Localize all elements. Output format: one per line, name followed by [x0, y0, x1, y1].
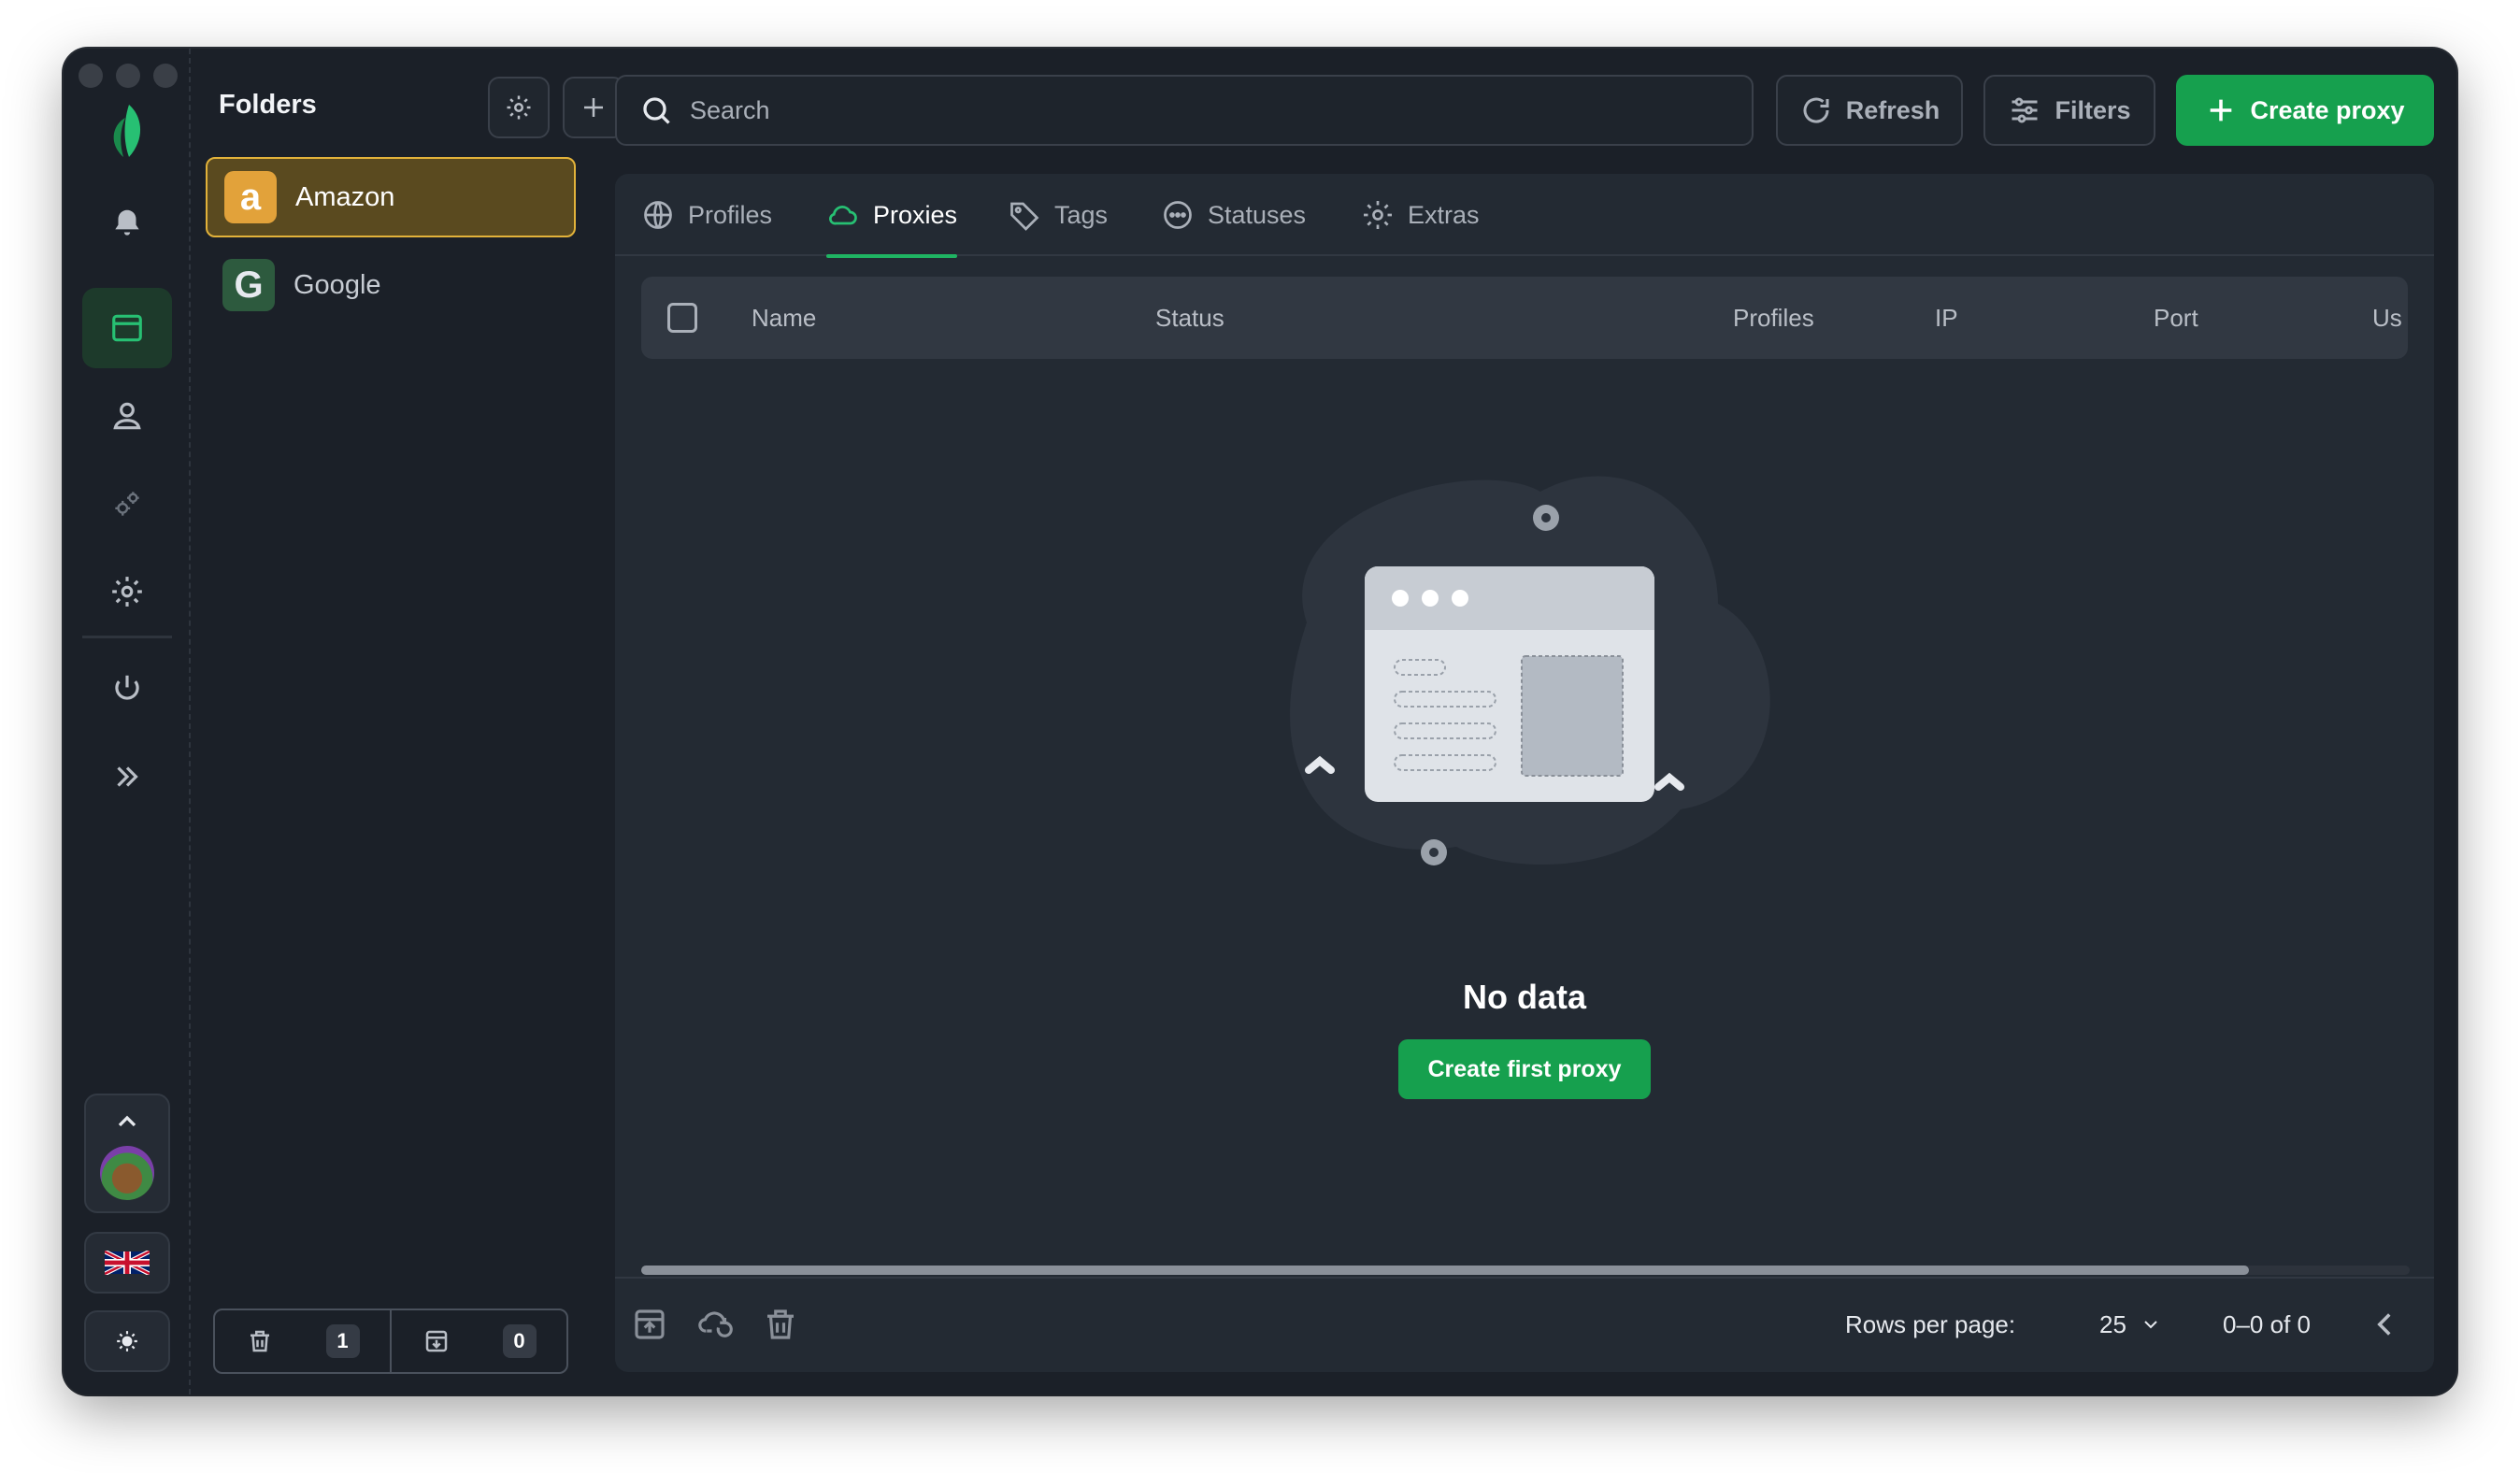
folder-item-google[interactable]: G Google — [206, 245, 576, 325]
tab-extras[interactable]: Extras — [1361, 174, 1480, 256]
language-selector[interactable] — [84, 1232, 170, 1294]
trash-icon[interactable] — [761, 1305, 800, 1344]
rows-per-page-value: 25 — [2099, 1309, 2126, 1338]
gear-icon — [1364, 201, 1392, 229]
folders-panel: Folders a Amazon G Google 1 0 — [191, 49, 658, 1394]
archive-button[interactable]: 0 — [390, 1310, 566, 1372]
minimize-window-button[interactable] — [116, 64, 140, 88]
folder-settings-button[interactable] — [488, 77, 550, 138]
window-controls — [79, 64, 178, 88]
column-name[interactable]: Name — [752, 277, 816, 359]
column-profiles[interactable]: Profiles — [1733, 277, 1814, 359]
footer-divider — [615, 1277, 2434, 1279]
account-switcher[interactable] — [84, 1094, 170, 1213]
folders-title: Folders — [219, 90, 317, 120]
search-icon — [643, 97, 670, 124]
pagination-range: 0–0 of 0 — [2223, 1309, 2311, 1338]
chevron-up-icon — [118, 1115, 136, 1127]
rows-per-page-label: Rows per page: — [1845, 1309, 2016, 1338]
empty-state-illustration — [1290, 476, 1770, 865]
filters-button[interactable]: Filters — [1983, 75, 2155, 146]
notifications-bell-icon[interactable] — [82, 183, 172, 264]
table-header: Name Status Profiles IP Port Us — [641, 277, 2408, 359]
theme-toggle[interactable] — [84, 1310, 170, 1372]
column-ip[interactable]: IP — [1935, 277, 1958, 359]
nav-rail — [64, 49, 191, 1394]
archive-count: 0 — [502, 1324, 537, 1358]
column-user[interactable]: Us — [2372, 277, 2408, 359]
globe-icon — [644, 201, 672, 229]
tab-tags[interactable]: Tags — [1008, 174, 1108, 256]
empty-state-title: No data — [1462, 978, 1586, 1016]
tab-proxies[interactable]: Proxies — [826, 174, 958, 258]
rail-divider — [82, 636, 172, 638]
refresh-label: Refresh — [1845, 95, 1940, 124]
trash-archive-counter: 1 0 — [213, 1309, 568, 1374]
create-first-proxy-button[interactable]: Create first proxy — [1398, 1039, 1651, 1099]
tab-label: Tags — [1054, 200, 1109, 229]
folder-label: Amazon — [295, 181, 395, 212]
sliders-icon — [2012, 97, 2038, 123]
refresh-icon — [1803, 97, 1829, 123]
search-input[interactable]: Search — [615, 75, 1754, 146]
sun-icon — [117, 1331, 137, 1351]
refresh-button[interactable]: Refresh — [1776, 75, 1963, 146]
select-all-checkbox[interactable] — [667, 277, 697, 359]
tab-label: Profiles — [688, 200, 773, 229]
tab-statuses[interactable]: Statuses — [1161, 174, 1306, 256]
rows-per-page-select[interactable]: 25 — [2099, 1305, 2162, 1344]
column-status[interactable]: Status — [1155, 277, 1224, 359]
archive-download-icon — [425, 1330, 447, 1352]
trash-button[interactable]: 1 — [215, 1310, 390, 1372]
create-proxy-button[interactable]: Create proxy — [2176, 75, 2434, 146]
dots-circle-icon — [1164, 201, 1192, 229]
user-icon[interactable] — [82, 376, 172, 456]
maximize-window-button[interactable] — [153, 64, 178, 88]
tab-label: Proxies — [873, 200, 958, 229]
gear-icon — [507, 95, 531, 120]
cloud-refresh-icon[interactable] — [695, 1305, 735, 1344]
power-icon[interactable] — [82, 649, 172, 729]
tab-label: Statuses — [1208, 200, 1307, 229]
column-port[interactable]: Port — [2154, 277, 2198, 359]
scrollbar-thumb[interactable] — [641, 1266, 2249, 1275]
browser-window-icon[interactable] — [82, 288, 172, 368]
filters-label: Filters — [2055, 95, 2131, 124]
automation-gears-icon[interactable] — [82, 464, 172, 544]
chevron-down-icon — [2144, 1321, 2157, 1329]
archive-upload-icon[interactable] — [630, 1305, 669, 1344]
expand-rail-icon[interactable] — [82, 736, 172, 817]
tab-profiles[interactable]: Profiles — [641, 174, 772, 256]
trash-count: 1 — [325, 1324, 360, 1358]
tag-icon — [1010, 202, 1039, 231]
trash-icon — [250, 1330, 269, 1352]
tab-bar: Profiles Proxies Tags Statuses Extras — [615, 174, 2434, 258]
cloud-icon — [829, 206, 857, 225]
horizontal-scrollbar[interactable] — [641, 1266, 2410, 1275]
chevron-left-icon[interactable] — [2365, 1305, 2404, 1344]
plus-icon — [584, 98, 603, 117]
settings-gear-icon[interactable] — [82, 551, 172, 632]
close-window-button[interactable] — [79, 64, 103, 88]
create-proxy-label: Create proxy — [2250, 95, 2405, 124]
folder-label: Google — [294, 269, 381, 300]
google-logo-icon: G — [222, 259, 275, 311]
main-panel: Profiles Proxies Tags Statuses Extras Na… — [615, 174, 2434, 1372]
avatar — [100, 1146, 154, 1200]
search-placeholder: Search — [690, 95, 770, 124]
app-window: Folders a Amazon G Google 1 0 Search Ref… — [64, 49, 2456, 1394]
folder-item-amazon[interactable]: a Amazon — [206, 157, 576, 237]
plus-icon — [2211, 99, 2232, 122]
app-logo-icon — [101, 101, 153, 161]
tab-label: Extras — [1408, 200, 1480, 229]
amazon-logo-icon: a — [224, 171, 277, 223]
uk-flag-icon — [105, 1251, 150, 1275]
